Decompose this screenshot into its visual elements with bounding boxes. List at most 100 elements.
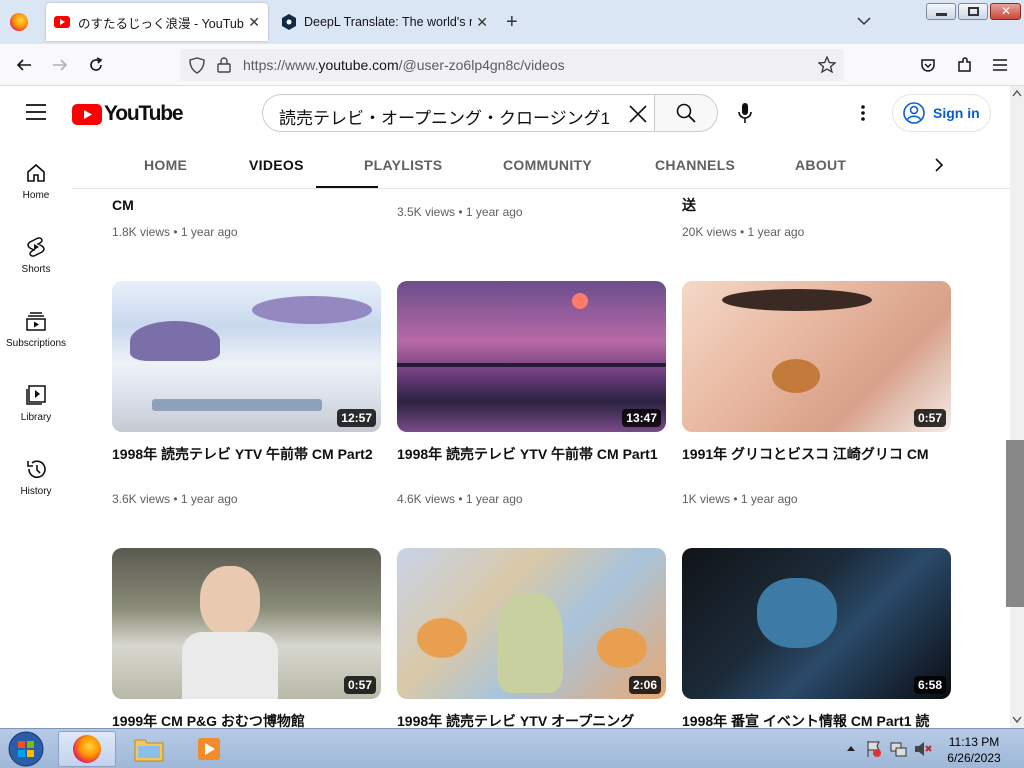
browser-tab-strip: のすたるじっく浪漫 - YouTube ✕ DeepL Translate: T… <box>0 0 1024 44</box>
clock-time: 11:13 PM <box>948 735 1000 749</box>
video-thumbnail[interactable]: 12:57 <box>112 281 381 432</box>
nav-item-history[interactable]: History <box>0 458 72 497</box>
youtube-logo[interactable]: YouTube <box>72 102 184 126</box>
video-meta: 20K views • 1 year ago <box>682 225 805 239</box>
video-thumbnail[interactable]: 0:57 <box>682 281 951 432</box>
settings-more-icon[interactable] <box>861 105 865 121</box>
lock-icon[interactable] <box>217 57 231 73</box>
video-thumbnail[interactable]: 2:06 <box>397 548 666 699</box>
minimize-button[interactable] <box>926 3 956 20</box>
video-duration: 2:06 <box>628 676 661 694</box>
video-thumbnail[interactable]: 6:58 <box>682 548 951 699</box>
clear-search-icon[interactable] <box>629 105 647 123</box>
video-title[interactable]: 1998年 読売テレビ YTV 午前帯 CM Part2 <box>112 444 381 464</box>
firefox-icon <box>73 735 101 763</box>
show-hidden-icons-arrow-icon[interactable] <box>846 745 856 752</box>
volume-muted-icon[interactable] <box>914 740 932 758</box>
page-scrollbar[interactable] <box>1010 86 1024 728</box>
channel-tabs: HOME VIDEOS PLAYLISTS COMMUNITY CHANNELS… <box>72 142 1010 189</box>
taskbar-media-player[interactable] <box>180 731 238 767</box>
close-window-button[interactable]: ✕ <box>990 3 1021 20</box>
video-meta: 1.8K views • 1 year ago <box>112 225 238 239</box>
subscriptions-icon <box>26 312 46 331</box>
video-thumbnail[interactable]: 13:47 <box>397 281 666 432</box>
chevron-right-icon[interactable] <box>934 158 944 172</box>
tab-youtube[interactable]: のすたるじっく浪漫 - YouTube ✕ <box>46 3 268 41</box>
youtube-logo-icon <box>72 103 102 125</box>
network-icon[interactable] <box>890 740 908 758</box>
tab-community[interactable]: COMMUNITY <box>503 157 592 173</box>
video-duration: 6:58 <box>913 676 946 694</box>
extensions-icon[interactable] <box>954 55 974 75</box>
forward-icon[interactable] <box>50 55 70 75</box>
nav-item-library[interactable]: Library <box>0 384 72 423</box>
tab-videos[interactable]: VIDEOS <box>249 157 304 173</box>
search-button[interactable] <box>654 94 718 132</box>
video-meta: 3.6K views • 1 year ago <box>112 492 238 506</box>
nav-item-shorts[interactable]: Shorts <box>0 236 72 275</box>
history-icon <box>27 460 46 479</box>
tab-home[interactable]: HOME <box>144 157 187 173</box>
maximize-button[interactable] <box>958 3 988 20</box>
scrollbar-thumb[interactable] <box>1006 440 1024 607</box>
back-icon[interactable] <box>14 55 34 75</box>
video-thumbnail[interactable]: 0:57 <box>112 548 381 699</box>
video-meta: 1K views • 1 year ago <box>682 492 798 506</box>
sign-in-button[interactable]: Sign in <box>892 94 991 132</box>
start-button[interactable] <box>2 730 50 768</box>
new-tab-icon[interactable]: + <box>506 11 518 34</box>
tab-title: のすたるじっく浪漫 - YouTube <box>78 16 245 31</box>
tab-playlists[interactable]: PLAYLISTS <box>364 157 442 173</box>
firefox-icon[interactable] <box>10 13 28 31</box>
video-meta: 4.6K views • 1 year ago <box>397 492 523 506</box>
video-duration: 0:57 <box>913 409 946 427</box>
video-title[interactable]: 1991年 グリコとビスコ 江崎グリコ CM <box>682 444 951 464</box>
deepl-favicon-icon <box>282 14 296 30</box>
nav-label: Library <box>20 412 52 423</box>
reload-icon[interactable] <box>86 55 106 75</box>
video-title[interactable]: 1999年 CM P&G おむつ博物館 <box>112 711 381 728</box>
nav-label: Subscriptions <box>5 338 67 349</box>
tab-channels[interactable]: CHANNELS <box>655 157 735 173</box>
tab-deepl[interactable]: DeepL Translate: The world's most accura… <box>274 3 496 41</box>
video-title[interactable]: 1998年 読売テレビ YTV 午前帯 CM Part1 <box>397 444 666 464</box>
windows-taskbar: 11:13 PM 6/26/2023 <box>0 728 1024 768</box>
media-player-icon <box>198 738 220 760</box>
taskbar-firefox[interactable] <box>58 731 116 767</box>
clock-date: 6/26/2023 <box>947 751 1001 765</box>
search-icon <box>676 103 696 123</box>
youtube-favicon-icon <box>54 16 70 28</box>
video-title-partial[interactable]: CM <box>112 195 381 215</box>
active-tab-indicator <box>316 186 378 188</box>
shield-icon[interactable] <box>189 57 205 74</box>
browser-nav-bar: https://www.youtube.com/@user-zo6lp4gn8c… <box>0 44 1024 86</box>
close-tab-icon[interactable]: ✕ <box>476 14 488 31</box>
folder-icon <box>134 739 164 762</box>
scroll-down-arrow-icon[interactable] <box>1012 716 1022 724</box>
video-duration: 12:57 <box>337 409 376 427</box>
system-clock[interactable]: 11:13 PM 6/26/2023 <box>934 734 1014 766</box>
list-tabs-chevron-icon[interactable] <box>857 16 871 26</box>
url-bar[interactable]: https://www.youtube.com/@user-zo6lp4gn8c… <box>180 49 844 81</box>
nav-label: Shorts <box>21 264 51 275</box>
close-tab-icon[interactable]: ✕ <box>248 14 260 31</box>
taskbar-explorer[interactable] <box>120 731 178 767</box>
voice-search-microphone-icon[interactable] <box>738 102 752 124</box>
pocket-icon[interactable] <box>918 55 938 75</box>
scroll-up-arrow-icon[interactable] <box>1012 89 1022 97</box>
guide-menu-icon[interactable] <box>26 104 46 120</box>
library-icon <box>26 385 46 405</box>
nav-label: History <box>20 486 52 497</box>
nav-item-subscriptions[interactable]: Subscriptions <box>0 310 72 349</box>
video-title[interactable]: 1998年 読売テレビ YTV オープニング <box>397 711 666 728</box>
video-title-partial[interactable]: 送 <box>682 195 951 215</box>
action-center-flag-icon[interactable] <box>866 740 882 758</box>
shorts-icon <box>27 237 45 257</box>
tab-about[interactable]: ABOUT <box>795 157 846 173</box>
home-icon <box>27 163 45 182</box>
bookmark-star-icon[interactable] <box>818 56 836 73</box>
nav-item-home[interactable]: Home <box>0 162 72 201</box>
video-title[interactable]: 1998年 番宣 イベント情報 CM Part1 読 <box>682 711 951 728</box>
menu-hamburger-icon[interactable] <box>990 55 1010 75</box>
search-input[interactable]: 読売テレビ・オープニング・クロージング1998 <box>262 94 654 132</box>
